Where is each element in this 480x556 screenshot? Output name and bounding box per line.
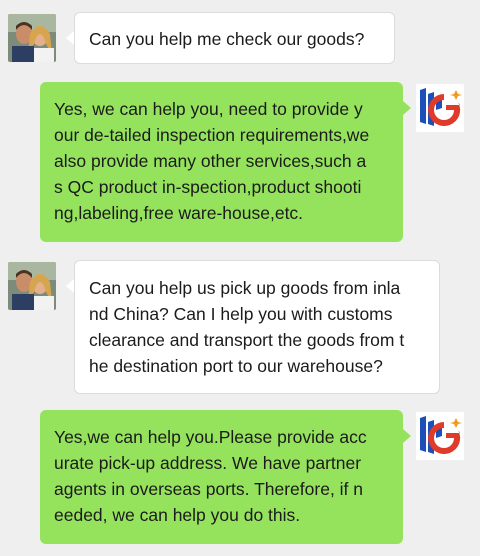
message-text: our de-tailed inspection requirements,we bbox=[54, 125, 370, 145]
message-text: agents in overseas ports. Therefore, if … bbox=[54, 479, 364, 499]
hg-brand-logo-icon bbox=[416, 84, 464, 132]
message-text: clearance and transport the goods from t bbox=[89, 330, 405, 350]
message-bubble-outgoing[interactable]: Yes,we can help you.Please provide acc u… bbox=[40, 410, 403, 544]
message-text: he destination port to our warehouse? bbox=[89, 356, 383, 376]
message-text: s QC product in-spection,product shooti bbox=[54, 177, 362, 197]
bubble-tail bbox=[66, 31, 74, 45]
bubble-tail bbox=[66, 279, 74, 293]
agent-avatar[interactable] bbox=[416, 412, 464, 460]
customer-avatar[interactable] bbox=[8, 14, 56, 62]
hg-brand-logo-icon bbox=[416, 412, 464, 460]
message-text: Yes,we can help you.Please provide acc bbox=[54, 427, 367, 447]
message-bubble-incoming[interactable]: Can you help us pick up goods from inla … bbox=[74, 260, 440, 394]
message-bubble-outgoing[interactable]: Yes, we can help you, need to provide y … bbox=[40, 82, 403, 242]
message-bubble-incoming[interactable]: Can you help me check our goods? bbox=[74, 12, 395, 64]
message-text: Can you help me check our goods? bbox=[89, 29, 365, 49]
message-text: nd China? Can I help you with customs bbox=[89, 304, 393, 324]
message-text: ng,labeling,free ware-house,etc. bbox=[54, 203, 304, 223]
message-text: Yes, we can help you, need to provide y bbox=[54, 99, 363, 119]
message-text: Can you help us pick up goods from inla bbox=[89, 278, 401, 298]
couple-photo-avatar-icon bbox=[8, 262, 56, 310]
message-text: eeded, we can help you do this. bbox=[54, 505, 301, 525]
bubble-tail bbox=[403, 429, 411, 443]
couple-photo-avatar-icon bbox=[8, 14, 56, 62]
bubble-tail bbox=[403, 101, 411, 115]
customer-avatar[interactable] bbox=[8, 262, 56, 310]
message-text: also provide many other services,such a bbox=[54, 151, 367, 171]
message-text: urate pick-up address. We have partner bbox=[54, 453, 362, 473]
agent-avatar[interactable] bbox=[416, 84, 464, 132]
